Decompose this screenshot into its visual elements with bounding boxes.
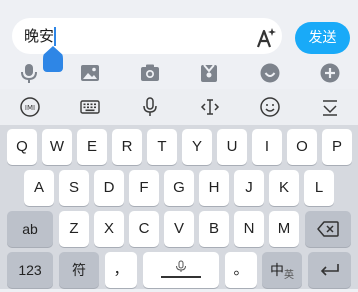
text-caret [54, 27, 56, 46]
key-y[interactable]: Y [182, 129, 212, 165]
language-sub-label: 英 [284, 270, 294, 281]
key-p[interactable]: P [322, 129, 352, 165]
camera-icon[interactable] [139, 62, 161, 84]
key-x[interactable]: X [94, 211, 124, 247]
key-t[interactable]: T [147, 129, 177, 165]
space-bar-underline [161, 276, 201, 278]
key-g[interactable]: G [164, 170, 194, 206]
message-input-text: 晚安 [24, 27, 55, 45]
ime-logo-icon[interactable]: IMI [19, 96, 41, 118]
attachment-toolbar [0, 58, 358, 88]
key-o[interactable]: O [287, 129, 317, 165]
period-key[interactable]: 。 [225, 252, 257, 288]
key-q[interactable]: Q [7, 129, 37, 165]
gift-icon[interactable] [198, 62, 220, 84]
enter-icon [320, 264, 339, 276]
key-j[interactable]: J [234, 170, 264, 206]
key-f[interactable]: F [129, 170, 159, 206]
keyboard-icon[interactable] [79, 96, 101, 118]
plus-icon[interactable] [319, 62, 341, 84]
space-key[interactable] [143, 252, 219, 288]
keyboard: IMI Q W E R T Y U I O P A S D F G H J K … [0, 89, 358, 289]
emoji-icon[interactable] [259, 62, 281, 84]
language-main-label: 中 [270, 262, 284, 278]
svg-text:IMI: IMI [25, 104, 35, 112]
key-b[interactable]: B [199, 211, 229, 247]
language-switch-key[interactable]: 中英 [262, 252, 302, 288]
mic-icon[interactable] [18, 62, 40, 84]
key-a[interactable]: A [24, 170, 54, 206]
key-w[interactable]: W [42, 129, 72, 165]
key-d[interactable]: D [94, 170, 124, 206]
key-s[interactable]: S [59, 170, 89, 206]
image-icon[interactable] [79, 62, 101, 84]
key-z[interactable]: Z [59, 211, 89, 247]
cursor-icon[interactable] [199, 96, 221, 118]
key-e[interactable]: E [77, 129, 107, 165]
emoji-icon[interactable] [259, 96, 281, 118]
keyboard-toolbar: IMI [0, 89, 358, 125]
chat-input-bar: 晚安 发送 [0, 0, 358, 72]
shift-key[interactable]: ab [7, 211, 53, 247]
key-v[interactable]: V [164, 211, 194, 247]
key-c[interactable]: C [129, 211, 159, 247]
key-i[interactable]: I [252, 129, 282, 165]
backspace-key[interactable] [305, 211, 351, 247]
key-h[interactable]: H [199, 170, 229, 206]
send-button[interactable]: 发送 [295, 22, 350, 54]
key-k[interactable]: K [269, 170, 299, 206]
voice-input-icon[interactable] [139, 96, 161, 118]
key-n[interactable]: N [234, 211, 264, 247]
backspace-icon [317, 221, 339, 237]
enter-key[interactable] [308, 252, 351, 288]
key-r[interactable]: R [112, 129, 142, 165]
comma-key[interactable]: ， [105, 252, 137, 288]
space-mic-icon [176, 260, 186, 272]
ai-sparkle-icon[interactable] [252, 25, 278, 51]
symbols-key[interactable]: 符 [59, 252, 99, 288]
key-l[interactable]: L [304, 170, 334, 206]
key-m[interactable]: M [269, 211, 299, 247]
key-u[interactable]: U [217, 129, 247, 165]
numbers-key[interactable]: 123 [7, 252, 53, 288]
collapse-keyboard-icon[interactable] [319, 96, 341, 118]
